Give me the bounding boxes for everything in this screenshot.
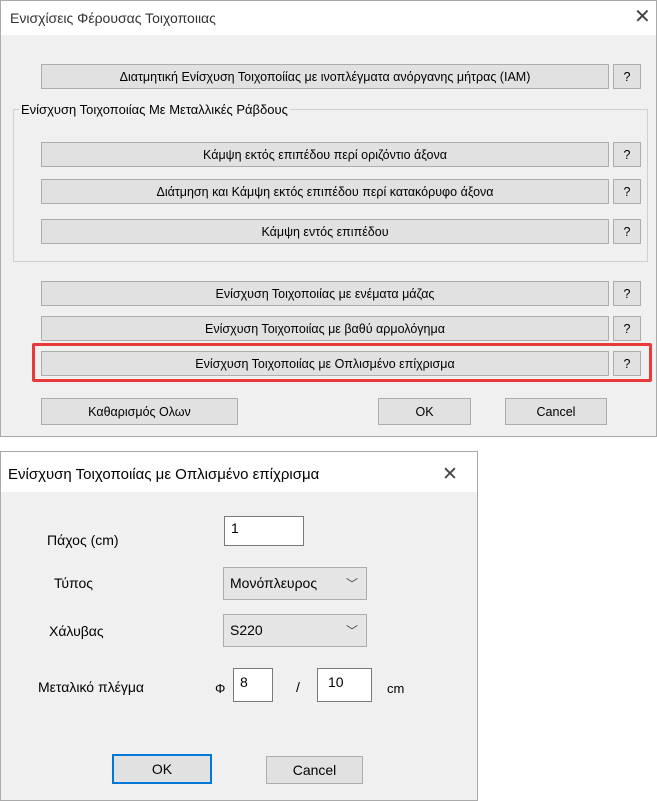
mesh-spacing-input[interactable]: 10 (317, 668, 372, 702)
help-button-in-plane[interactable]: ? (613, 219, 641, 244)
help-button-grout[interactable]: ? (613, 281, 641, 306)
steel-label: Χάλυβας (49, 623, 104, 639)
steel-select[interactable]: S220 ﹀ (223, 614, 367, 647)
help-button-vertical[interactable]: ? (613, 179, 641, 204)
unit-label: cm (387, 681, 405, 696)
mass-grout-button[interactable]: Ενίσχυση Τοιχοποιίας με ενέματα μάζας (41, 281, 609, 306)
cancel-button[interactable]: Cancel (505, 398, 607, 425)
mesh-diameter-input[interactable]: 8 (233, 668, 273, 702)
slash-separator: / (296, 679, 300, 695)
title-bar: Ενισχίσεις Φέρουσας Τοιχοποιιας ✕ (1, 1, 656, 35)
cancel-button[interactable]: Cancel (266, 756, 363, 784)
reinforced-plaster-dialog: Ενίσχυση Τοιχοποιίας με Οπλισμένο επίχρι… (0, 451, 478, 801)
phi-symbol: Φ (215, 681, 226, 696)
in-plane-bending-button[interactable]: Κάμψη εντός επιπέδου (41, 219, 609, 244)
help-button-horizontal[interactable]: ? (613, 142, 641, 167)
ok-button[interactable]: OK (112, 754, 212, 784)
title-bar: Ενίσχυση Τοιχοποιίας με Οπλισμένο επίχρι… (1, 452, 477, 492)
dialog-title: Ενισχίσεις Φέρουσας Τοιχοποιιας (10, 10, 216, 26)
thickness-input[interactable]: 1 (224, 516, 304, 546)
out-of-plane-horizontal-button[interactable]: Κάμψη εκτός επιπέδου περί οριζόντιο άξον… (41, 142, 609, 167)
type-select-value: Μονόπλευρος (230, 575, 318, 591)
highlight-box (32, 343, 652, 382)
type-label: Τύπος (54, 575, 93, 591)
iam-strengthening-button[interactable]: Διατμητική Ενίσχυση Τοιχοποίίας με ινοπλ… (41, 64, 609, 89)
help-button-iam[interactable]: ? (613, 64, 641, 89)
steel-select-value: S220 (230, 622, 263, 638)
group-label: Ενίσχυση Τοιχοποιίας Με Μεταλλικές Ράβδο… (19, 102, 290, 117)
strengthening-dialog: Ενισχίσεις Φέρουσας Τοιχοποιιας ✕ Διατμη… (0, 0, 657, 437)
shear-vertical-button[interactable]: Διάτμηση και Κάμψη εκτός επιπέδου περί κ… (41, 179, 609, 204)
chevron-down-icon: ﹀ (345, 577, 358, 591)
chevron-down-icon: ﹀ (345, 624, 358, 638)
deep-repointing-button[interactable]: Ενίσχυση Τοιχοποιίας με βαθύ αρμολόγημα (41, 316, 609, 341)
type-select[interactable]: Μονόπλευρος ﹀ (223, 567, 367, 600)
thickness-label: Πάχος (cm) (47, 532, 119, 548)
ok-button[interactable]: OK (378, 398, 471, 425)
clear-all-button[interactable]: Καθαρισμός Ολων (41, 398, 238, 425)
dialog-title: Ενίσχυση Τοιχοποιίας με Οπλισμένο επίχρι… (8, 466, 320, 483)
close-icon[interactable]: ✕ (442, 465, 458, 484)
close-icon[interactable]: ✕ (634, 7, 651, 27)
mesh-label: Μεταλικό πλέγμα (38, 679, 145, 695)
help-button-repointing[interactable]: ? (613, 316, 641, 341)
